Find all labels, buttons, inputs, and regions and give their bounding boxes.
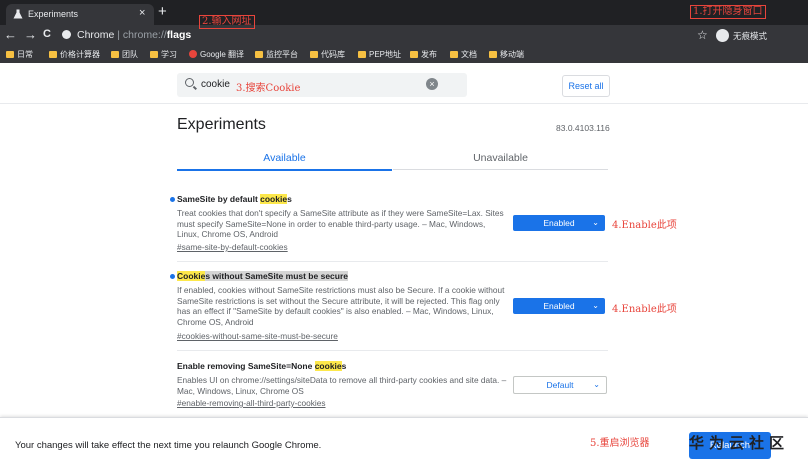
tab-close-icon[interactable]: × [139,7,145,19]
tab-title: Experiments [28,9,79,19]
flag-select[interactable]: Enabled ⌄ [513,298,605,314]
url-separator: | [114,29,123,41]
folder-icon [49,51,57,58]
flag-select[interactable]: Default ⌄ [513,376,607,394]
flag-title-text: Enable removing SameSite=None [177,361,315,371]
folder-icon [310,51,318,58]
bookmark-item[interactable]: 文档 [450,49,477,60]
new-tab-button[interactable]: + [158,3,167,20]
bookmark-item[interactable]: 学习 [150,49,177,60]
folder-icon [410,51,418,58]
search-input[interactable]: cookie × [177,73,467,97]
search-value[interactable]: cookie [201,79,230,90]
annotation-step4-second: 4.Enable此项 [612,304,677,315]
search-match-highlight: cookie [260,194,288,204]
folder-icon [358,51,366,58]
browser-toolbar: ← → C Chrome | chrome://flags [0,25,808,46]
search-match-highlight: Cookie [177,271,206,281]
flag-select-value: Enabled [543,218,575,228]
back-icon[interactable]: ← [4,27,17,42]
folder-icon [255,51,263,58]
folder-icon [6,51,14,58]
bookmark-label: 日常 [17,50,33,59]
flag-link[interactable]: #cookies-without-same-site-must-be-secur… [177,331,338,341]
modified-indicator-dot [170,274,175,279]
bookmark-item[interactable]: 价格计算器 [49,49,100,60]
annotation-step5: 5.重启浏览器 [590,438,650,449]
version-label: 83.0.4103.116 [556,123,610,133]
bookmark-label: PEP地址 [369,50,402,59]
url-path: flags [166,29,192,41]
bookmark-label: 发布 [421,50,437,59]
url-origin: Chrome [77,29,115,41]
address-bar-url[interactable]: Chrome | chrome://flags [77,29,191,41]
bookmark-item[interactable]: 移动端 [489,49,524,60]
bookmark-star-icon[interactable]: ☆ [697,28,708,42]
bookmark-label: 移动端 [500,50,524,59]
flag-link[interactable]: #same-site-by-default-cookies [177,242,288,252]
bookmark-item[interactable]: 代码库 [310,49,345,60]
annotation-step2: 2.输入网址 [199,15,255,29]
bookmark-label: 团队 [122,50,138,59]
folder-icon [450,51,458,58]
flag-title-text: s [287,194,292,204]
address-bar[interactable]: Chrome | chrome://flags [58,27,718,44]
search-match-highlight: cookie [314,361,342,371]
reset-all-button[interactable]: Reset all [562,75,610,97]
tab-available[interactable]: Available [177,147,392,171]
incognito-icon[interactable] [716,29,729,42]
bookmark-label: 监控平台 [266,50,298,59]
flag-link[interactable]: #enable-removing-all-third-party-cookies [177,398,326,408]
modified-indicator-dot [170,197,175,202]
flag-title: SameSite by default cookies [177,194,292,204]
divider [177,261,608,262]
flag-title-text: s without SameSite must be secure [205,271,348,281]
bookmark-item[interactable]: 团队 [111,49,138,60]
reload-icon[interactable]: C [43,27,51,42]
tab-unavailable[interactable]: Unavailable [393,147,608,170]
bookmark-label: 学习 [161,50,177,59]
forward-icon[interactable]: → [24,27,37,42]
folder-icon [150,51,158,58]
watermark: 华为云社区 [689,434,790,452]
annotation-step4-first: 4.Enable此项 [612,220,677,231]
bookmark-item[interactable]: 发布 [410,49,437,60]
annotation-step3: 3.搜索Cookie [236,83,301,94]
folder-icon [111,51,119,58]
flag-title: Cookies without SameSite must be secure [177,271,348,281]
flag-title-text: SameSite by default [177,194,261,204]
chevron-down-icon: ⌄ [592,301,599,310]
bookmark-label: Google 翻译 [200,50,245,59]
browser-tab[interactable]: Experiments × [6,4,154,25]
bookmark-label: 价格计算器 [60,50,100,59]
bookmark-item[interactable]: 日常 [6,49,33,60]
bookmark-item[interactable]: Google 翻译 [189,49,244,60]
flag-title: Enable removing SameSite=None cookies [177,361,346,371]
search-icon [185,78,194,87]
relaunch-message: Your changes will take effect the next t… [15,440,322,451]
clear-search-icon[interactable]: × [426,78,438,90]
incognito-label[interactable]: 无痕模式 [733,30,767,42]
flag-description: Enables UI on chrome://settings/siteData… [177,375,507,396]
google-translate-icon [189,50,197,58]
flag-select-value: Enabled [543,301,575,311]
chevron-down-icon: ⌄ [592,218,599,227]
chevron-down-icon: ⌄ [593,380,600,389]
page-title: Experiments [177,116,266,133]
flag-select[interactable]: Enabled ⌄ [513,215,605,231]
divider [177,350,608,351]
flag-description: Treat cookies that don't specify a SameS… [177,208,504,239]
url-scheme: chrome:// [122,29,167,41]
chrome-site-icon [62,30,71,39]
flag-description: If enabled, cookies without SameSite res… [177,285,505,327]
flag-title-text: s [341,361,347,371]
bookmark-item[interactable]: PEP地址 [358,49,401,60]
annotation-step1: 1.打开隐身窗口 [690,5,766,19]
folder-icon [489,51,497,58]
bookmark-item[interactable]: 监控平台 [255,49,298,60]
flag-select-value: Default [546,380,574,390]
flask-icon [13,9,23,19]
bookmark-label: 文档 [461,50,477,59]
bookmark-label: 代码库 [321,50,345,59]
